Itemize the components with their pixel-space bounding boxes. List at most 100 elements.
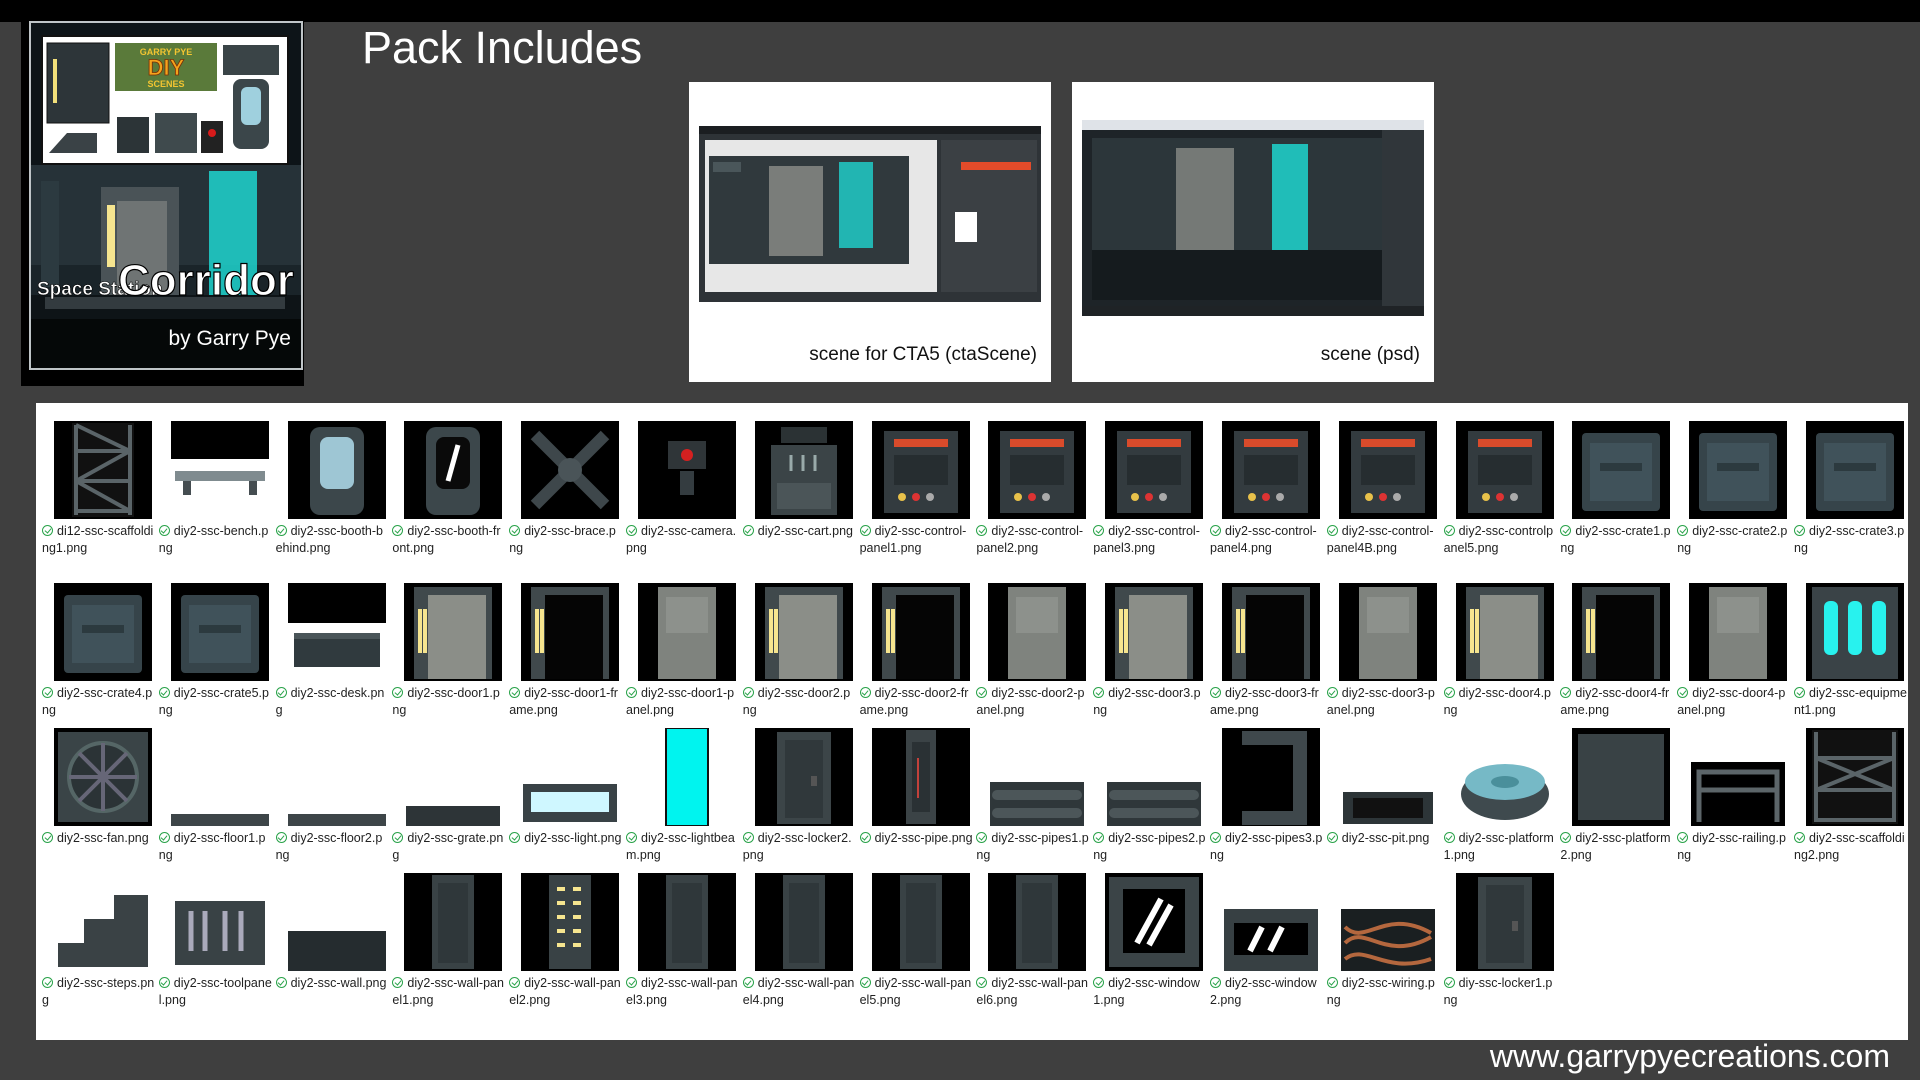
file-item[interactable]: diy-ssc-locker1.png <box>1443 855 1559 1007</box>
file-item[interactable]: diy2-ssc-crate5.png <box>158 565 274 717</box>
file-item[interactable]: diy2-ssc-booth-behind.png <box>275 403 391 555</box>
file-item[interactable]: diy2-ssc-floor1.png <box>158 710 274 862</box>
top-bar <box>0 0 1920 22</box>
file-item[interactable]: diy2-ssc-brace.png <box>509 403 624 555</box>
file-item[interactable]: diy2-ssc-control-panel4.png <box>1210 403 1325 555</box>
file-item[interactable]: diy2-ssc-door3-frame.png <box>1210 565 1325 717</box>
file-item[interactable]: diy2-ssc-control-panel3.png <box>1093 403 1208 555</box>
wall-icon <box>287 873 386 971</box>
file-item[interactable]: diy2-ssc-toolpanel.png <box>158 855 274 1007</box>
check-icon <box>1677 832 1689 843</box>
check-icon <box>158 687 170 698</box>
wall-panel-icon <box>404 873 503 971</box>
file-item[interactable]: diy2-ssc-scaffolding2.png <box>1794 710 1909 862</box>
file-item[interactable]: diy2-ssc-control-panel2.png <box>976 403 1091 555</box>
check-icon <box>1093 977 1105 988</box>
file-item[interactable]: diy2-ssc-floor2.png <box>275 710 391 862</box>
file-item[interactable]: diy2-ssc-pipes2.png <box>1093 710 1208 862</box>
door-icon <box>1455 583 1554 681</box>
file-item[interactable]: diy2-ssc-locker2.png <box>742 710 858 862</box>
file-name: diy2-ssc-pipe.png <box>859 830 973 847</box>
file-item[interactable]: diy2-ssc-crate3.png <box>1794 403 1909 555</box>
file-item[interactable]: diy2-ssc-wiring.png <box>1326 855 1442 1007</box>
file-item[interactable]: diy2-ssc-pipes1.png <box>976 710 1091 862</box>
screenshot-caption: scene for CTA5 (ctaScene) <box>809 344 1037 365</box>
file-item[interactable]: diy2-ssc-wall-panel5.png <box>859 855 975 1007</box>
file-name: diy2-ssc-brace.png <box>509 523 622 557</box>
file-item[interactable]: diy2-ssc-lightbeam.png <box>626 710 741 862</box>
pipes-icon <box>1105 728 1204 826</box>
file-item[interactable]: diy2-ssc-wall-panel1.png <box>392 855 507 1007</box>
file-item[interactable]: diy2-ssc-fan.png <box>42 710 157 850</box>
file-item[interactable]: diy2-ssc-door1-frame.png <box>509 565 624 717</box>
file-item[interactable]: diy2-ssc-wall.png <box>275 855 391 995</box>
file-item[interactable]: diy2-ssc-door3-panel.png <box>1326 565 1442 717</box>
file-item[interactable]: diy2-ssc-booth-front.png <box>392 403 507 555</box>
floor-icon <box>170 728 269 826</box>
file-item[interactable]: diy2-ssc-door2-panel.png <box>976 565 1091 717</box>
file-item[interactable]: di12-ssc-scaffolding1.png <box>42 403 157 555</box>
website-url[interactable]: www.garrypyecreations.com <box>1490 1038 1890 1075</box>
file-name-text: diy2-ssc-pipe.png <box>874 831 973 845</box>
check-icon <box>1677 687 1689 698</box>
file-name-text: diy2-ssc-controlpanel5.png <box>1443 524 1554 555</box>
check-icon <box>392 525 404 536</box>
file-item[interactable]: diy2-ssc-camera.png <box>626 403 741 555</box>
file-item[interactable]: diy2-ssc-control-panel1.png <box>859 403 975 555</box>
file-item[interactable]: diy2-ssc-crate2.png <box>1677 403 1792 555</box>
file-name: diy2-ssc-toolpanel.png <box>158 975 272 1009</box>
file-item[interactable]: diy2-ssc-bench.png <box>158 403 274 555</box>
file-name: diy2-ssc-wiring.png <box>1326 975 1440 1009</box>
file-item[interactable]: diy2-ssc-desk.png <box>275 565 391 717</box>
file-item[interactable]: diy2-ssc-control-panel4B.png <box>1326 403 1442 555</box>
file-item[interactable]: diy2-ssc-pipe.png <box>859 710 975 850</box>
file-item[interactable]: diy2-ssc-window1.png <box>1093 855 1208 1007</box>
cover-scene-image: Space Station Corridor by Garry Pye <box>31 165 301 368</box>
file-item[interactable]: diy2-ssc-crate1.png <box>1560 403 1675 555</box>
file-item[interactable]: diy2-ssc-grate.png <box>392 710 507 862</box>
file-item[interactable]: diy2-ssc-wall-panel4.png <box>742 855 858 1007</box>
file-item[interactable]: diy2-ssc-railing.png <box>1677 710 1792 862</box>
door-frame-icon <box>871 583 970 681</box>
file-item[interactable]: diy2-ssc-steps.png <box>42 855 157 1007</box>
file-item[interactable]: diy2-ssc-door4-frame.png <box>1560 565 1675 717</box>
door-panel-icon <box>1689 583 1788 681</box>
file-item[interactable]: diy2-ssc-wall-panel6.png <box>976 855 1091 1007</box>
file-name-text: diy2-ssc-window1.png <box>1093 976 1200 1007</box>
file-item[interactable]: diy2-ssc-equipment1.png <box>1794 565 1909 717</box>
file-name-text: diy2-ssc-wiring.png <box>1326 976 1435 1007</box>
file-item[interactable]: diy2-ssc-platform2.png <box>1560 710 1675 862</box>
cover-name: Corridor <box>118 256 294 305</box>
file-item[interactable]: diy2-ssc-wall-panel3.png <box>626 855 741 1007</box>
file-item[interactable]: diy2-ssc-door2.png <box>742 565 858 717</box>
locker-icon <box>754 728 853 826</box>
file-name: diy2-ssc-scaffolding2.png <box>1794 830 1907 864</box>
file-item[interactable]: diy2-ssc-pipes3.png <box>1210 710 1325 862</box>
file-item[interactable]: diy2-ssc-door1.png <box>392 565 507 717</box>
file-name-text: diy2-ssc-control-panel4.png <box>1210 524 1317 555</box>
file-item[interactable]: diy2-ssc-cart.png <box>742 403 858 543</box>
file-name-text: diy2-ssc-light.png <box>524 831 622 845</box>
file-item[interactable]: diy2-ssc-door2-frame.png <box>859 565 975 717</box>
file-item[interactable]: diy2-ssc-door4-panel.png <box>1677 565 1792 717</box>
check-icon <box>859 525 871 536</box>
file-item[interactable]: diy2-ssc-door4.png <box>1443 565 1559 717</box>
file-item[interactable]: diy2-ssc-light.png <box>509 710 624 850</box>
lightbeam-icon <box>638 728 736 826</box>
file-item[interactable]: diy2-ssc-pit.png <box>1326 710 1442 850</box>
file-name: diy2-ssc-camera.png <box>626 523 739 557</box>
file-item[interactable]: diy2-ssc-controlpanel5.png <box>1443 403 1559 555</box>
file-item[interactable]: diy2-ssc-crate4.png <box>42 565 157 717</box>
platform-icon <box>1455 728 1554 826</box>
file-item[interactable]: diy2-ssc-window2.png <box>1210 855 1325 1007</box>
check-icon <box>1794 687 1805 698</box>
check-icon <box>976 687 988 698</box>
file-item[interactable]: diy2-ssc-wall-panel2.png <box>509 855 624 1007</box>
cta5-scene-preview <box>699 126 1041 302</box>
file-item[interactable]: diy2-ssc-door3.png <box>1093 565 1208 717</box>
file-item[interactable]: diy2-ssc-door1-panel.png <box>626 565 741 717</box>
file-name: diy2-ssc-steps.png <box>42 975 155 1009</box>
booth-front-icon <box>404 421 503 519</box>
screenshot-caption: scene (psd) <box>1320 344 1420 365</box>
file-item[interactable]: diy2-ssc-platform1.png <box>1443 710 1559 862</box>
